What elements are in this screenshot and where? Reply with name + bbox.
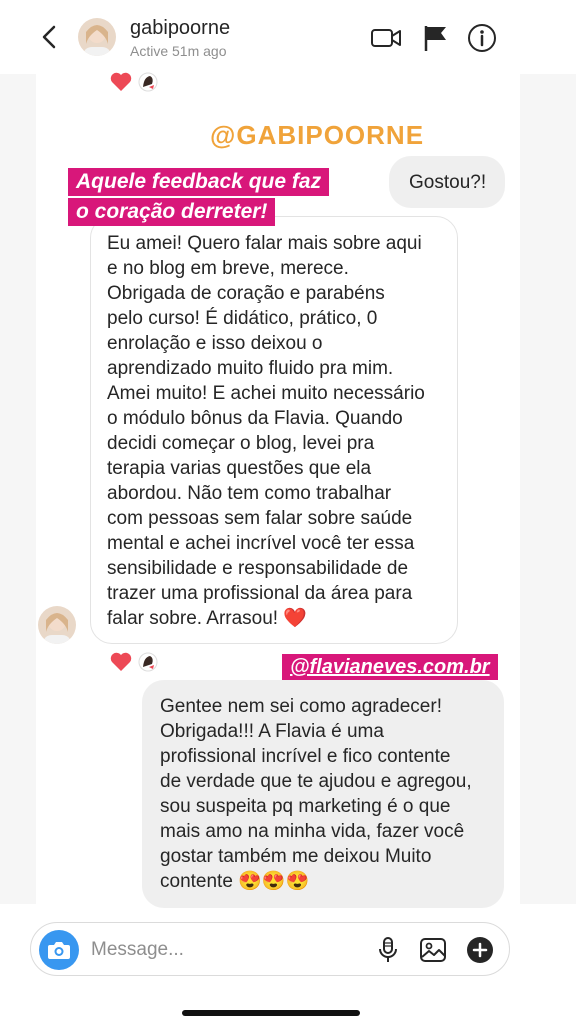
- heart-icon: [110, 652, 132, 671]
- home-indicator[interactable]: [182, 1010, 360, 1016]
- headline-line-1: Aquele feedback que faz: [68, 168, 330, 196]
- message-reaction[interactable]: [110, 652, 158, 672]
- received-message-text: Eu amei! Quero falar mais sobre aqui e n…: [107, 233, 425, 629]
- chevron-left-icon[interactable]: [36, 22, 66, 52]
- message-composer: [30, 922, 510, 976]
- gallery-icon[interactable]: [418, 935, 448, 965]
- video-camera-icon[interactable]: [370, 22, 402, 54]
- heart-icon: [110, 72, 132, 91]
- sender-avatar[interactable]: [38, 606, 76, 644]
- contact-username[interactable]: gabipoorne: [130, 17, 230, 40]
- sent-message-bubble[interactable]: Gostou?!: [389, 156, 505, 208]
- sent-message-bubble[interactable]: Gentee nem sei como agradecer! Obrigada!…: [142, 680, 504, 908]
- plus-circle-icon[interactable]: [465, 935, 495, 965]
- reactor-avatar: [138, 652, 158, 672]
- sent-message-text: Gentee nem sei como agradecer! Obrigada!…: [160, 696, 472, 892]
- active-status: Active 51m ago: [130, 43, 227, 59]
- microphone-icon[interactable]: [373, 935, 403, 965]
- camera-icon: [48, 942, 70, 959]
- received-message-bubble[interactable]: Eu amei! Quero falar mais sobre aqui e n…: [90, 216, 458, 644]
- mention-gabipoorne: @GABIPOORNE: [210, 120, 425, 150]
- avatar[interactable]: [78, 18, 116, 56]
- mention-flavianeves: @flavianeves.com.br: [282, 654, 498, 680]
- info-icon[interactable]: [466, 22, 498, 54]
- headline-line-2: o coração derreter!: [68, 198, 276, 226]
- chat-header: gabipoorne Active 51m ago: [0, 0, 576, 74]
- reactor-avatar: [138, 72, 158, 92]
- flag-icon[interactable]: [420, 22, 452, 54]
- sent-message-text: Gostou?!: [409, 172, 487, 193]
- message-input[interactable]: [91, 933, 361, 967]
- message-reaction[interactable]: [110, 72, 158, 92]
- camera-button[interactable]: [39, 930, 79, 970]
